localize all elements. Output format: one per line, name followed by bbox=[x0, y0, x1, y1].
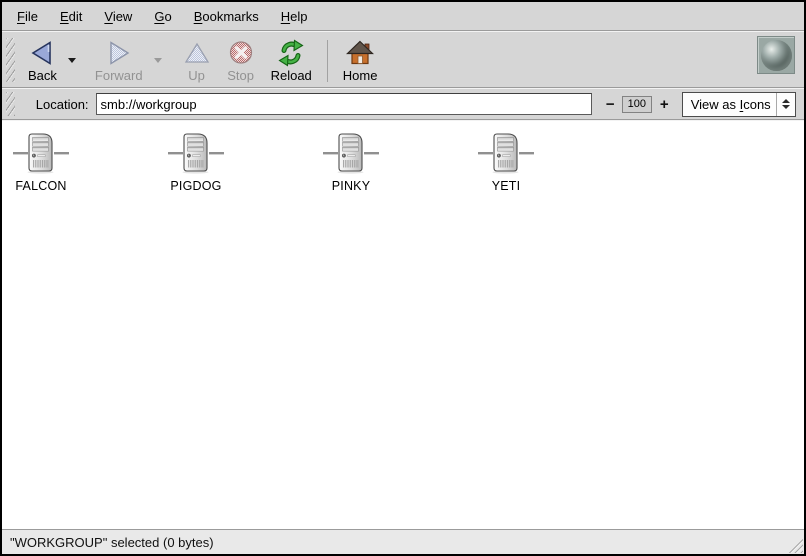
reload-button-label: Reload bbox=[271, 68, 312, 83]
menu-go-mnemonic: G bbox=[154, 9, 164, 24]
stop-button: Stop bbox=[220, 36, 262, 86]
reload-button[interactable]: Reload bbox=[264, 36, 319, 86]
forward-button: Forward bbox=[88, 36, 150, 86]
network-server-icon bbox=[13, 132, 69, 174]
back-button-label: Back bbox=[28, 68, 57, 83]
icon-view-canvas: FALCON PIGDOG bbox=[2, 121, 804, 529]
nautilus-sphere-icon bbox=[761, 40, 792, 71]
chevron-down-icon bbox=[68, 58, 76, 63]
server-name-label: YETI bbox=[492, 179, 521, 193]
menu-file-label: ile bbox=[25, 9, 38, 24]
toolbar: Back Forward bbox=[2, 32, 804, 87]
back-button[interactable]: Back bbox=[21, 36, 64, 86]
zoom-in-button[interactable]: + bbox=[660, 96, 669, 113]
view-as-dropdown[interactable]: View as Icons bbox=[682, 92, 796, 117]
zoom-level-indicator[interactable]: 100 bbox=[622, 96, 652, 113]
home-button-label: Home bbox=[343, 68, 378, 83]
file-manager-window: File Edit View Go Bookmarks Help Back bbox=[0, 0, 806, 556]
view-as-post: cons bbox=[743, 97, 770, 112]
server-item-pinky[interactable]: PINKY bbox=[312, 132, 390, 193]
menu-edit[interactable]: Edit bbox=[49, 5, 93, 28]
menubar: File Edit View Go Bookmarks Help bbox=[2, 2, 804, 30]
forward-button-label: Forward bbox=[95, 68, 143, 83]
server-item-yeti[interactable]: YETI bbox=[467, 132, 545, 193]
location-label: Location: bbox=[36, 97, 89, 112]
status-text: "WORKGROUP" selected (0 bytes) bbox=[10, 535, 214, 550]
menu-go-label: o bbox=[164, 9, 171, 24]
toolbar-separator bbox=[327, 40, 328, 82]
menu-edit-mnemonic: E bbox=[60, 9, 69, 24]
location-bar: Location: − 100 + View as Icons bbox=[2, 89, 804, 119]
toolbar-drag-handle[interactable] bbox=[6, 38, 15, 82]
network-server-icon bbox=[478, 132, 534, 174]
forward-history-dropdown bbox=[150, 38, 166, 82]
menu-help-mnemonic: H bbox=[281, 9, 290, 24]
menu-file-mnemonic: F bbox=[17, 9, 25, 24]
server-name-label: PINKY bbox=[332, 179, 371, 193]
home-house-icon bbox=[346, 39, 374, 67]
view-as-pre: View as bbox=[691, 97, 740, 112]
up-button: Up bbox=[176, 36, 218, 86]
menu-bookmarks-label: ookmarks bbox=[202, 9, 258, 24]
menu-view-label: iew bbox=[113, 9, 133, 24]
menu-file[interactable]: File bbox=[6, 5, 49, 28]
network-server-icon bbox=[168, 132, 224, 174]
reload-arrows-icon bbox=[277, 39, 305, 67]
server-item-falcon[interactable]: FALCON bbox=[2, 132, 80, 193]
zoom-out-button[interactable]: − bbox=[606, 96, 615, 113]
stop-circle-x-icon bbox=[227, 39, 255, 67]
icon-grid: FALCON PIGDOG bbox=[2, 121, 804, 193]
forward-triangle-icon bbox=[105, 39, 133, 67]
status-bar: "WORKGROUP" selected (0 bytes) bbox=[2, 529, 804, 554]
stop-button-label: Stop bbox=[227, 68, 254, 83]
server-name-label: FALCON bbox=[15, 179, 66, 193]
resize-grip[interactable] bbox=[786, 536, 803, 553]
back-triangle-icon bbox=[28, 39, 56, 67]
up-button-label: Up bbox=[188, 68, 205, 83]
chevron-down-icon bbox=[154, 58, 162, 63]
menu-help[interactable]: Help bbox=[270, 5, 319, 28]
menu-help-label: elp bbox=[290, 9, 307, 24]
throbber bbox=[757, 36, 795, 74]
locationbar-drag-handle[interactable] bbox=[6, 92, 15, 116]
menu-edit-label: dit bbox=[69, 9, 83, 24]
back-history-dropdown[interactable] bbox=[64, 38, 80, 82]
location-input[interactable] bbox=[96, 93, 592, 115]
server-item-pigdog[interactable]: PIGDOG bbox=[157, 132, 235, 193]
menu-view-mnemonic: V bbox=[104, 9, 112, 24]
view-as-label: View as Icons bbox=[683, 97, 776, 112]
home-button[interactable]: Home bbox=[336, 36, 385, 86]
menu-view[interactable]: View bbox=[93, 5, 143, 28]
network-server-icon bbox=[323, 132, 379, 174]
menu-go[interactable]: Go bbox=[143, 5, 182, 28]
menu-bookmarks[interactable]: Bookmarks bbox=[183, 5, 270, 28]
up-triangle-icon bbox=[183, 39, 211, 67]
server-name-label: PIGDOG bbox=[170, 179, 221, 193]
dropdown-arrows-icon bbox=[776, 93, 795, 116]
